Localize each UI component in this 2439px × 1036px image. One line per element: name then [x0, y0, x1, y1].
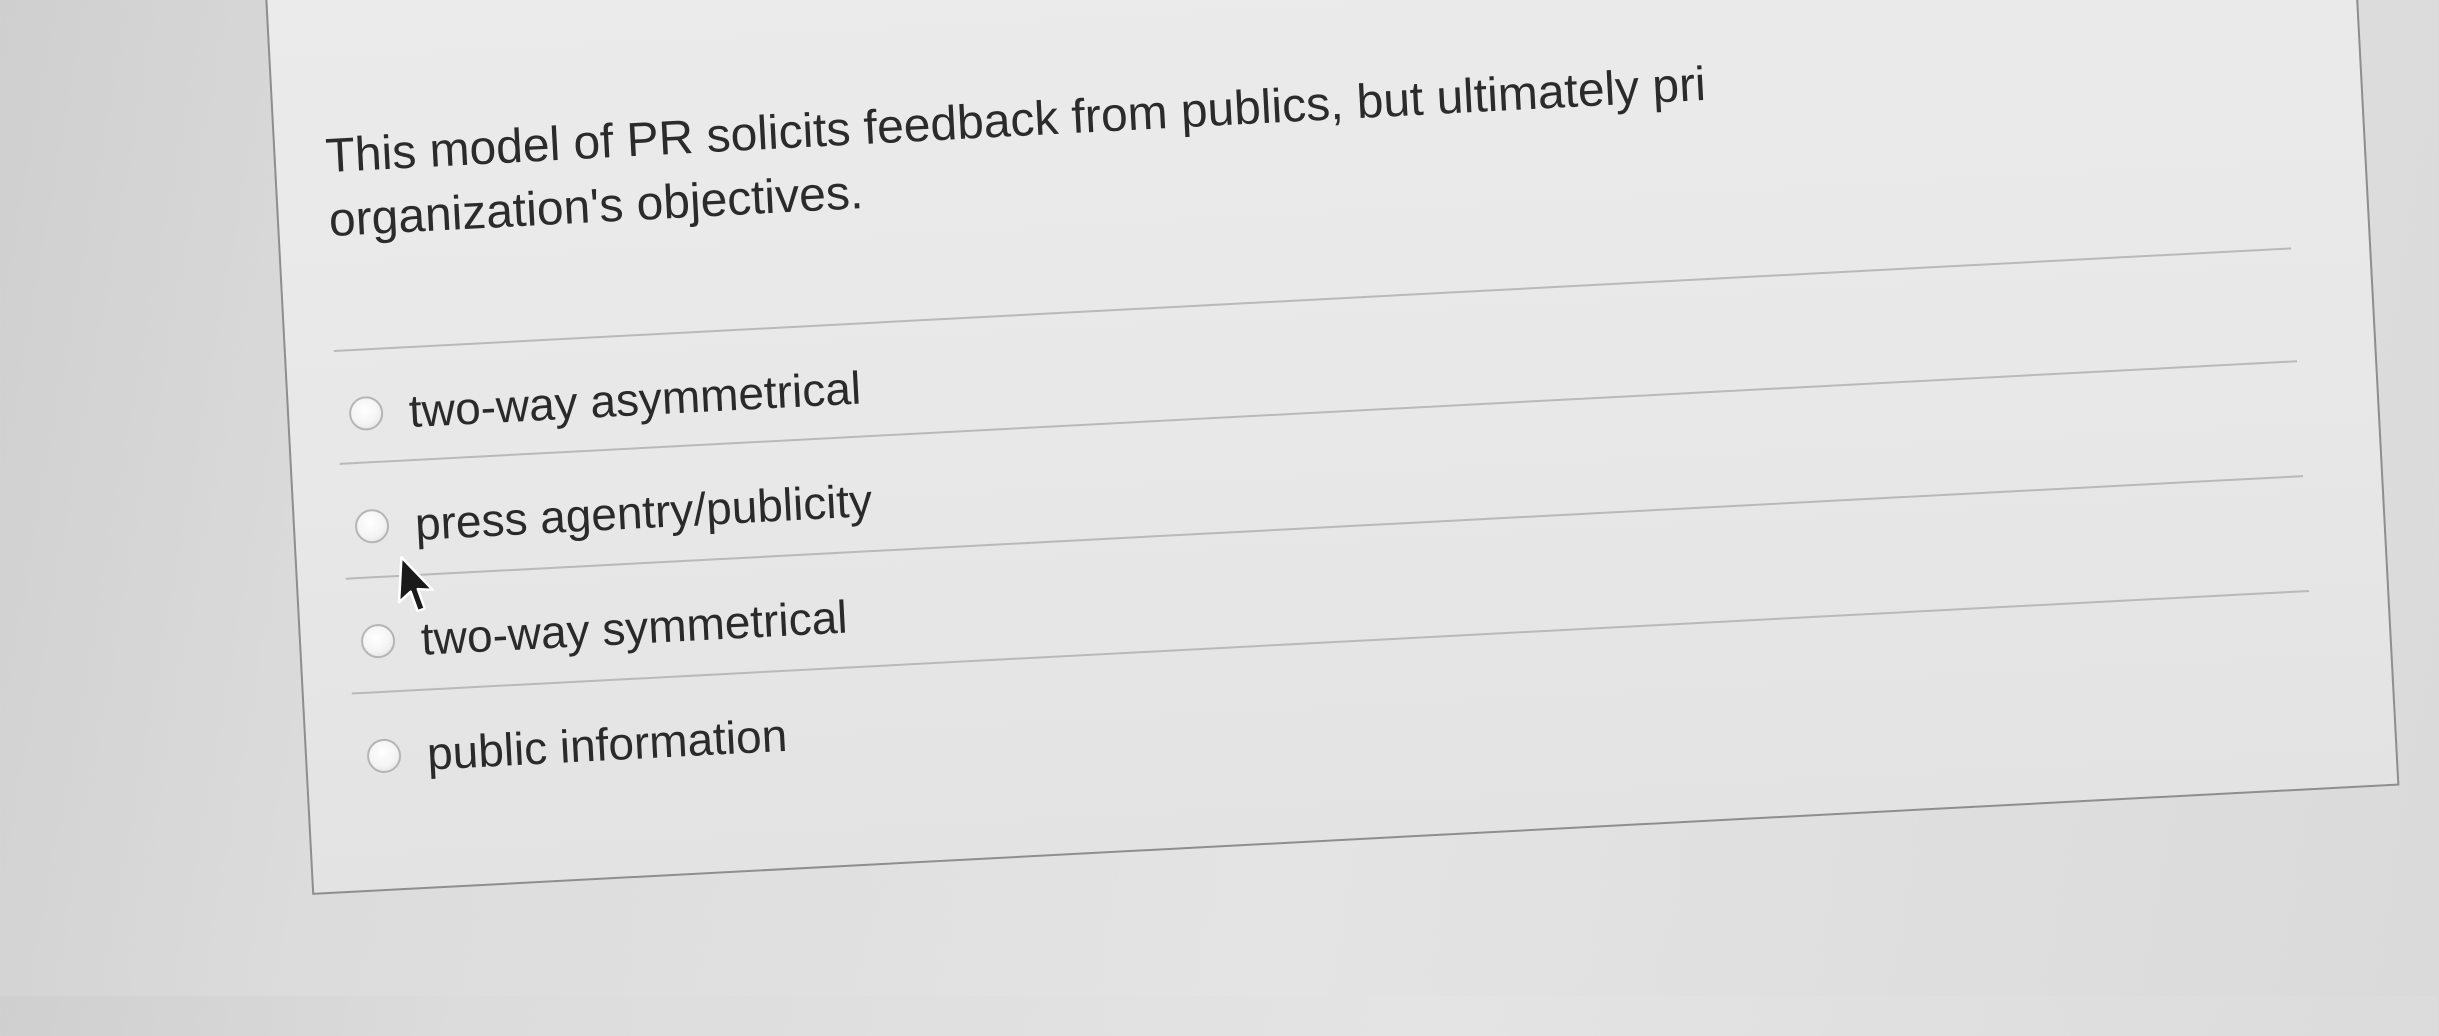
answer-option[interactable]: press agentry/publicity: [353, 465, 874, 562]
radio-button[interactable]: [366, 738, 402, 774]
answer-option[interactable]: two-way asymmetrical: [347, 353, 862, 450]
divider: [333, 247, 2292, 353]
answer-option[interactable]: public information: [365, 700, 789, 792]
answer-option-label: public information: [425, 708, 789, 780]
arrow-cursor-icon: [397, 555, 435, 613]
quiz-page: This model of PR solicits feedback from …: [0, 0, 2439, 1036]
radio-button[interactable]: [360, 623, 396, 659]
question-prompt: This model of PR solicits feedback from …: [324, 21, 2328, 253]
answer-option-label: two-way symmetrical: [419, 590, 849, 665]
radio-button[interactable]: [354, 508, 390, 545]
question-card: This model of PR solicits feedback from …: [257, 0, 2400, 895]
radio-button[interactable]: [348, 395, 385, 432]
answer-option-label: press agentry/publicity: [413, 474, 874, 550]
answer-option-label: two-way asymmetrical: [407, 361, 863, 438]
